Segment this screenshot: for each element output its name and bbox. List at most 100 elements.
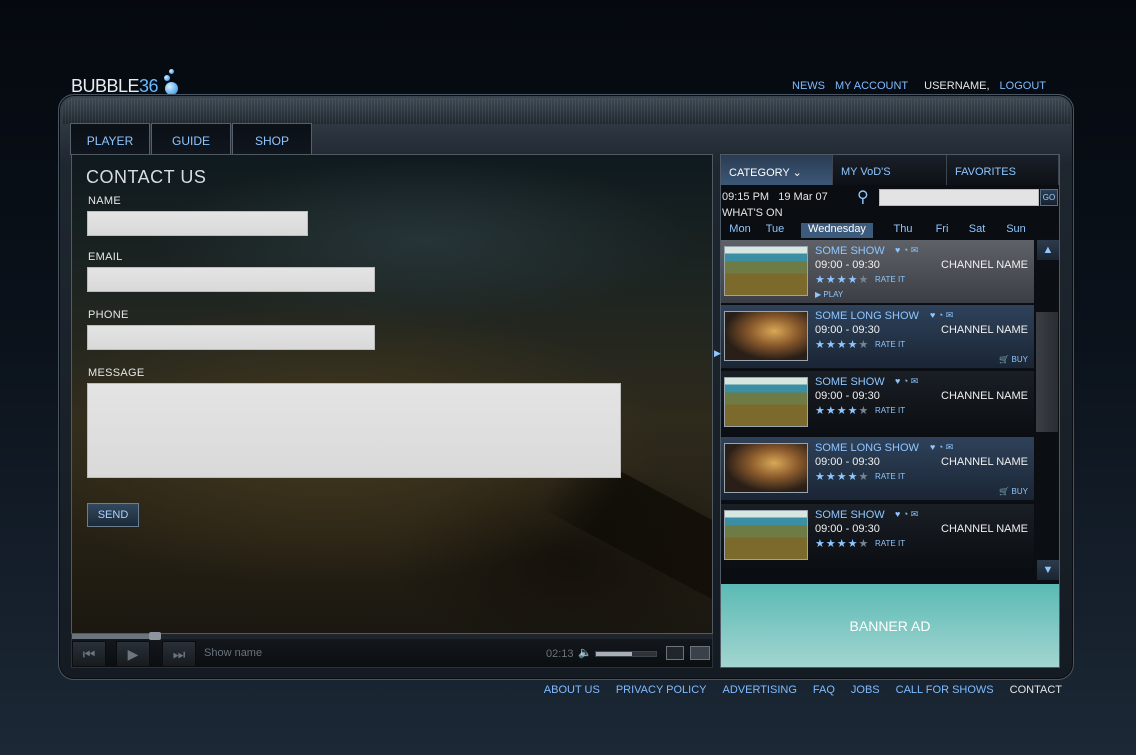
show-thumbnail[interactable] [724,510,808,560]
send-button[interactable]: SEND [87,503,139,527]
show-title[interactable]: SOME LONG SHOW [815,310,919,322]
footer-privacy-link[interactable]: PRIVACY POLICY [616,684,707,696]
rate-it-link[interactable]: RATE IT [875,275,905,284]
fullscreen-icon[interactable] [690,646,710,660]
rate-it-link[interactable]: RATE IT [875,472,905,481]
day-tue[interactable]: Tue [758,223,792,238]
scroll-down-icon[interactable]: ▼ [1037,560,1059,580]
scroll-thumb[interactable] [1036,312,1058,432]
star-rating[interactable]: ★★★★★ [815,404,869,417]
day-thu[interactable]: Thu [888,223,918,238]
play-link[interactable]: ▶ PLAY [815,290,843,299]
footer-nav: ABOUT US PRIVACY POLICY ADVERTISING FAQ … [544,684,1062,696]
current-datetime: 09:15 PM 19 Mar 07 [722,191,828,203]
tab-shop[interactable]: SHOP [232,123,312,155]
frame-header-strip [62,98,1070,124]
buy-link[interactable]: 🛒 BUY [999,355,1028,364]
day-fri[interactable]: Fri [928,223,956,238]
channel-name: CHANNEL NAME [941,324,1028,336]
list-item[interactable]: SOME LONG SHOW ♥ ◔ ✉ 09:00 - 09:30 CHANN… [721,437,1034,501]
tab-my-vods[interactable]: MY VoD'S [833,155,947,185]
show-thumbnail[interactable] [724,246,808,296]
day-sun[interactable]: Sun [1001,223,1031,238]
cart-icon: 🛒 [999,487,1010,496]
star-rating[interactable]: ★★★★★ [815,470,869,483]
go-button[interactable]: GO [1040,189,1058,206]
tab-player[interactable]: PLAYER [70,123,150,155]
volume-icon[interactable]: 🔈 [578,646,592,659]
show-title[interactable]: SOME SHOW [815,509,885,521]
brand-logo[interactable]: BUBBLE36 [71,66,191,96]
show-thumbnail[interactable] [724,443,808,493]
tab-category[interactable]: CATEGORY ⌄ [721,155,833,185]
email-field[interactable] [87,267,375,292]
day-mon[interactable]: Mon [722,223,758,238]
buy-link[interactable]: 🛒 BUY [999,487,1028,496]
show-name: Show name [204,647,263,659]
phone-field[interactable] [87,325,375,350]
next-icon[interactable]: ⏭ [162,641,196,667]
tab-guide[interactable]: GUIDE [151,123,231,155]
cart-icon: 🛒 [999,355,1010,364]
search-icon: ⚲ [857,189,869,206]
window-mode-icon[interactable] [666,646,684,660]
footer-advertising-link[interactable]: ADVERTISING [723,684,797,696]
email-label: EMAIL [88,251,123,263]
list-item[interactable]: SOME SHOW ♥ ◔ ✉ 09:00 - 09:30 CHANNEL NA… [721,504,1034,568]
rate-it-link[interactable]: RATE IT [875,340,905,349]
footer-faq-link[interactable]: FAQ [813,684,835,696]
show-title[interactable]: SOME SHOW [815,376,885,388]
footer-contact-link[interactable]: CONTACT [1010,684,1062,696]
show-time: 09:00 - 09:30 [815,390,880,402]
name-label: NAME [88,195,121,207]
banner-ad[interactable]: BANNER AD [721,584,1059,667]
star-rating[interactable]: ★★★★★ [815,273,869,286]
play-icon[interactable]: ▶ [116,641,150,667]
time-code: 02:13 [546,648,574,660]
nav-news-link[interactable]: NEWS [792,80,825,92]
progress-track[interactable] [72,634,712,639]
favorite-reminder-mail-icons[interactable]: ♥ ◔ ✉ [930,442,953,453]
channel-name: CHANNEL NAME [941,390,1028,402]
progress-fill [72,634,156,639]
list-item[interactable]: SOME SHOW ♥ ◔ ✉ 09:00 - 09:30 CHANNEL NA… [721,240,1034,304]
panel-collapse-icon[interactable]: ▶ [714,348,721,359]
nav-my-account-link[interactable]: MY ACCOUNT [835,80,908,92]
volume-fill [596,652,632,656]
scroll-up-icon[interactable]: ▲ [1037,240,1059,260]
favorite-reminder-mail-icons[interactable]: ♥ ◔ ✉ [930,310,953,321]
show-thumbnail[interactable] [724,377,808,427]
show-time: 09:00 - 09:30 [815,456,880,468]
show-title[interactable]: SOME LONG SHOW [815,442,919,454]
message-field[interactable] [87,383,621,478]
logout-link[interactable]: LOGOUT [1000,80,1046,92]
favorite-reminder-mail-icons[interactable]: ♥ ◔ ✉ [895,376,918,387]
channel-name: CHANNEL NAME [941,259,1028,271]
favorite-reminder-mail-icons[interactable]: ♥ ◔ ✉ [895,509,918,520]
rate-it-link[interactable]: RATE IT [875,539,905,548]
tab-favorites[interactable]: FAVORITES [947,155,1059,185]
previous-icon[interactable]: ⏮ [72,641,106,667]
day-sat[interactable]: Sat [963,223,991,238]
footer-about-link[interactable]: ABOUT US [544,684,600,696]
show-time: 09:00 - 09:30 [815,324,880,336]
footer-call-for-shows-link[interactable]: CALL FOR SHOWS [896,684,994,696]
show-time: 09:00 - 09:30 [815,259,880,271]
show-time: 09:00 - 09:30 [815,523,880,535]
star-rating[interactable]: ★★★★★ [815,338,869,351]
favorite-reminder-mail-icons[interactable]: ♥ ◔ ✉ [895,245,918,256]
list-item[interactable]: SOME SHOW ♥ ◔ ✉ 09:00 - 09:30 CHANNEL NA… [721,371,1034,435]
show-thumbnail[interactable] [724,311,808,361]
list-item[interactable]: SOME LONG SHOW ♥ ◔ ✉ 09:00 - 09:30 CHANN… [721,305,1034,369]
channel-name: CHANNEL NAME [941,456,1028,468]
username-label: USERNAME, [924,80,990,92]
show-title[interactable]: SOME SHOW [815,245,885,257]
name-field[interactable] [87,211,308,236]
rate-it-link[interactable]: RATE IT [875,406,905,415]
search-input[interactable] [879,189,1039,206]
phone-label: PHONE [88,309,129,321]
day-wednesday[interactable]: Wednesday [801,223,873,238]
progress-thumb[interactable] [149,632,162,640]
footer-jobs-link[interactable]: JOBS [851,684,880,696]
star-rating[interactable]: ★★★★★ [815,537,869,550]
